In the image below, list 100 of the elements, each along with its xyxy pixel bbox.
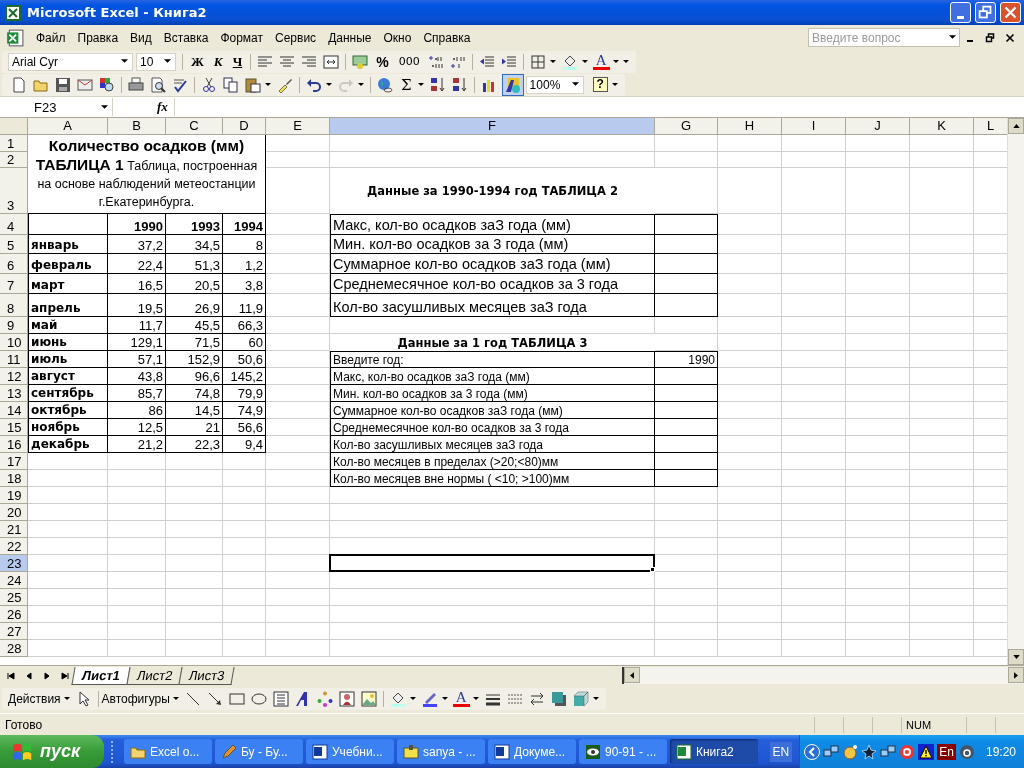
taskbar-button[interactable]: Докуме... [488,739,576,764]
empty-cell[interactable] [166,589,223,606]
empty-cell[interactable] [718,168,782,214]
empty-cell[interactable] [846,521,910,538]
row-header[interactable]: 22 [0,538,28,555]
empty-cell[interactable] [910,470,974,487]
empty-cell[interactable] [846,606,910,623]
empty-cell[interactable] [910,504,974,521]
row-header[interactable]: 3 [0,168,28,214]
row-header[interactable]: 7 [0,274,28,294]
empty-cell[interactable] [223,470,266,487]
empty-cell[interactable] [846,254,910,274]
font-color-button[interactable]: A [592,53,610,70]
empty-cell[interactable] [166,555,223,572]
minimize-button[interactable] [950,2,971,23]
network-icon[interactable] [823,743,840,760]
empty-cell[interactable] [782,623,846,640]
menu-item[interactable]: Данные [322,28,378,47]
chevron-icon[interactable] [804,743,821,760]
empty-cell[interactable] [846,334,910,351]
caret-icon[interactable] [621,59,632,64]
empty-cell[interactable] [718,487,782,504]
empty-cell[interactable] [910,294,974,317]
empty-cell[interactable] [655,521,718,538]
empty-cell[interactable] [782,470,846,487]
empty-cell[interactable] [846,538,910,555]
scroll-up-button[interactable] [1008,118,1024,134]
empty-cell[interactable] [846,235,910,254]
empty-cell[interactable] [846,589,910,606]
row-header[interactable]: 11 [0,351,28,368]
empty-cell[interactable] [108,623,166,640]
caret-icon[interactable] [548,59,559,64]
empty-cell[interactable] [108,538,166,555]
column-header[interactable]: B [108,118,166,135]
empty-cell[interactable] [910,254,974,274]
empty-cell[interactable] [846,402,910,419]
close-button[interactable] [1000,2,1021,23]
empty-cell[interactable] [718,538,782,555]
round-app-icon[interactable] [958,743,975,760]
empty-cell[interactable] [782,521,846,538]
empty-cell[interactable] [266,487,330,504]
caret-icon[interactable] [440,697,451,701]
empty-cell[interactable] [655,589,718,606]
empty-cell[interactable] [330,640,655,657]
caret-icon[interactable] [416,82,427,87]
empty-cell[interactable] [910,487,974,504]
empty-cell[interactable] [910,274,974,294]
empty-cell[interactable] [223,572,266,589]
empty-cell[interactable] [910,640,974,657]
taskbar-button[interactable]: Учебни... [306,739,394,764]
empty-cell[interactable] [266,623,330,640]
empty-cell[interactable] [166,487,223,504]
row-header[interactable]: 8 [0,294,28,317]
empty-cell[interactable] [782,334,846,351]
empty-cell[interactable] [782,254,846,274]
empty-cell[interactable] [846,453,910,470]
empty-cell[interactable] [223,521,266,538]
scroll-right-button[interactable] [1008,667,1024,683]
caret-icon[interactable] [264,82,274,87]
italic-button[interactable]: К [208,52,228,71]
empty-cell[interactable] [718,555,782,572]
empty-cell[interactable] [782,385,846,402]
empty-cell[interactable] [910,555,974,572]
empty-cell[interactable] [166,504,223,521]
empty-cell[interactable] [108,606,166,623]
empty-cell[interactable] [223,555,266,572]
empty-cell[interactable] [718,623,782,640]
drawing-toggle-button[interactable] [501,73,524,96]
row-header[interactable]: 20 [0,504,28,521]
taskbar-button[interactable]: sanya - ... [397,739,485,764]
caret-icon[interactable] [611,59,622,64]
empty-cell[interactable] [846,135,910,152]
empty-cell[interactable] [718,317,782,334]
empty-cell[interactable] [910,334,974,351]
empty-cell[interactable] [910,385,974,402]
empty-cell[interactable] [166,538,223,555]
row-header[interactable]: 27 [0,623,28,640]
empty-cell[interactable] [223,606,266,623]
row-header[interactable]: 4 [0,214,28,235]
caret-icon[interactable] [325,82,335,87]
empty-cell[interactable] [846,572,910,589]
scroll-left-button[interactable] [624,667,640,683]
empty-cell[interactable] [655,538,718,555]
caret-icon[interactable] [591,697,602,701]
empty-cell[interactable] [910,453,974,470]
empty-cell[interactable] [910,152,974,168]
empty-cell[interactable] [910,589,974,606]
dropdown-arrow-icon[interactable] [571,82,579,87]
empty-cell[interactable] [223,504,266,521]
empty-cell[interactable] [910,436,974,453]
empty-cell[interactable] [108,487,166,504]
empty-cell[interactable] [266,640,330,657]
empty-cell[interactable] [846,640,910,657]
menu-item[interactable]: Вставка [157,28,215,47]
column-header[interactable]: A [28,118,108,135]
zoom-dropdown[interactable]: 100% [525,75,584,94]
font-color-button[interactable]: A [452,691,470,707]
empty-cell[interactable] [655,640,718,657]
empty-cell[interactable] [910,419,974,436]
empty-cell[interactable] [846,274,910,294]
